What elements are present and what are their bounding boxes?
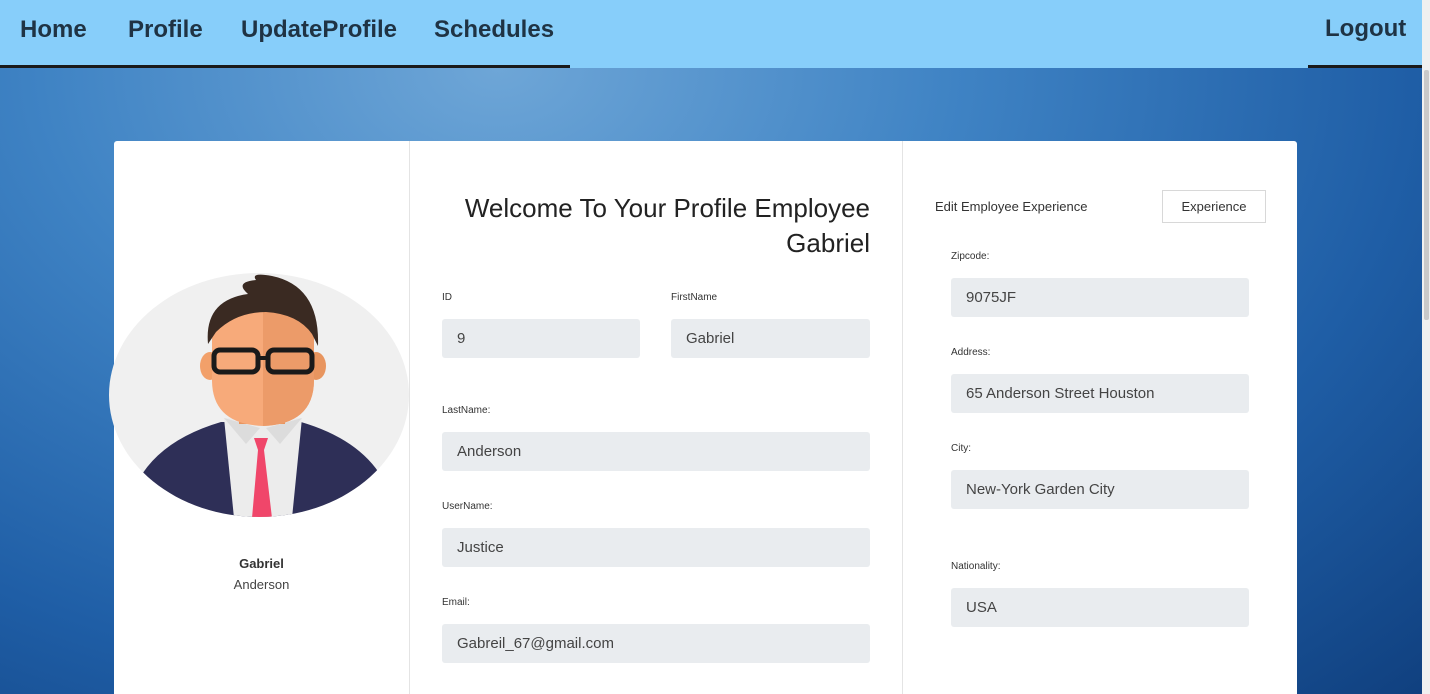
employee-avatar-icon <box>109 273 409 517</box>
username-field[interactable]: Justice <box>442 528 870 567</box>
zipcode-field[interactable]: 9075JF <box>951 278 1249 317</box>
welcome-line-1: Welcome To Your Profile Employee <box>464 193 870 223</box>
nationality-label: Nationality: <box>951 561 1001 572</box>
nationality-field[interactable]: USA <box>951 588 1249 627</box>
id-label: ID <box>442 292 452 303</box>
address-label: Address: <box>951 347 991 358</box>
email-label: Email: <box>442 597 470 608</box>
edit-experience-title: Edit Employee Experience <box>935 199 1088 214</box>
employee-last-name: Anderson <box>233 577 290 592</box>
city-field[interactable]: New-York Garden City <box>951 470 1249 509</box>
username-label: UserName: <box>442 501 493 512</box>
zipcode-label: Zipcode: <box>951 251 990 262</box>
address-field[interactable]: 65 Anderson Street Houston <box>951 374 1249 413</box>
email-field[interactable]: Gabreil_67@gmail.com <box>442 624 870 663</box>
nav-update-profile-link[interactable]: UpdateProfile <box>241 16 397 44</box>
experience-button[interactable]: Experience <box>1162 190 1266 223</box>
id-field[interactable]: 9 <box>442 319 640 358</box>
firstname-field[interactable]: Gabriel <box>671 319 870 358</box>
lastname-field[interactable]: Anderson <box>442 432 870 471</box>
lastname-label: LastName: <box>442 405 491 416</box>
nav-profile-link[interactable]: Profile <box>128 16 203 44</box>
column-divider <box>902 141 903 694</box>
nav-logout-link[interactable]: Logout <box>1325 15 1406 43</box>
scrollbar-thumb[interactable] <box>1424 70 1429 320</box>
city-label: City: <box>951 443 971 454</box>
nav-schedules-link[interactable]: Schedules <box>434 16 554 44</box>
welcome-line-2: Gabriel <box>786 228 870 258</box>
navbar-underline-gap <box>570 65 1308 68</box>
firstname-label: FirstName <box>671 292 718 303</box>
welcome-heading: Welcome To Your Profile Employee Gabriel <box>434 191 870 261</box>
nav-home-link[interactable]: Home <box>20 16 87 44</box>
employee-first-name: Gabriel <box>239 556 284 571</box>
top-navbar: Home Profile UpdateProfile Schedules Log… <box>0 0 1422 68</box>
